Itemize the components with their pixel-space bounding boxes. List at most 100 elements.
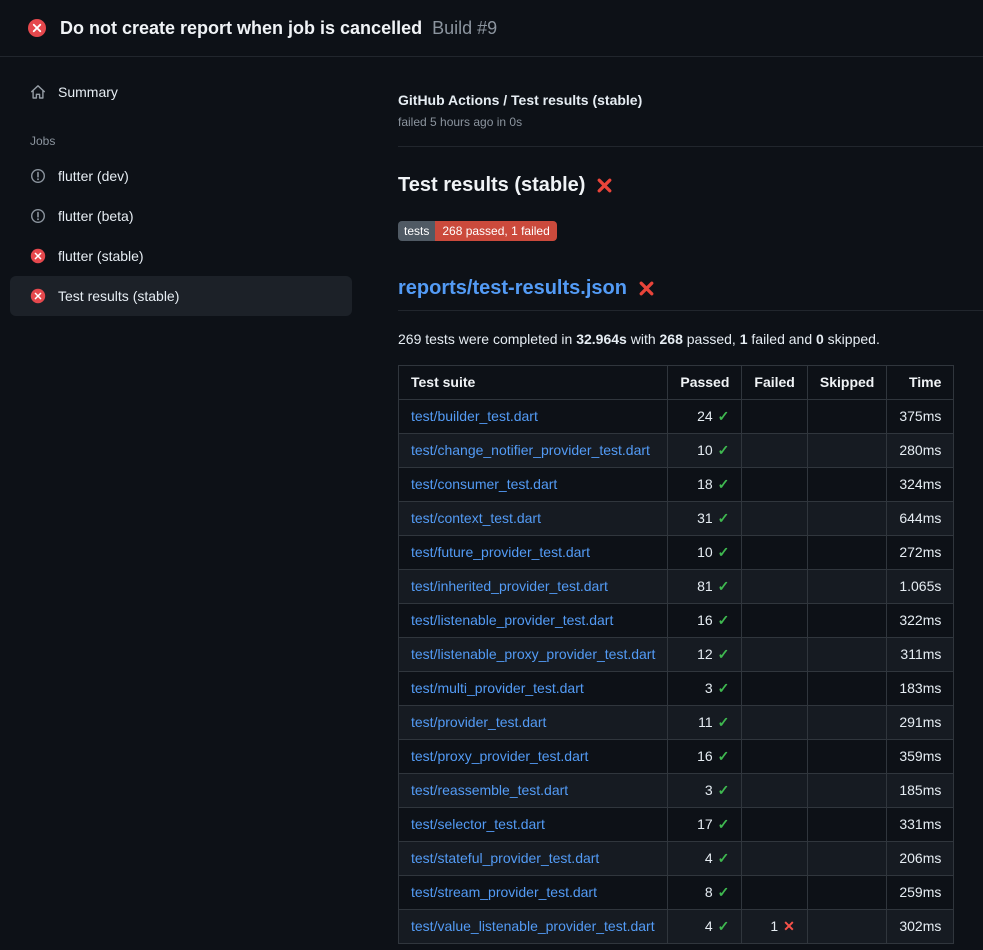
report-heading: reports/test-results.json [398, 277, 983, 311]
test-suite-link[interactable]: test/context_test.dart [411, 510, 541, 526]
check-icon: ✓ [718, 816, 730, 832]
passed-cell: 3✓ [668, 774, 742, 808]
neutral-status-icon [30, 168, 46, 184]
time-cell: 644ms [887, 502, 954, 536]
failed-cell [742, 740, 807, 774]
check-icon: ✓ [718, 510, 730, 526]
test-suite-link[interactable]: test/listenable_proxy_provider_test.dart [411, 646, 655, 662]
time-cell: 1.065s [887, 570, 954, 604]
skipped-cell [807, 740, 886, 774]
suite-cell: test/reassemble_test.dart [399, 774, 668, 808]
test-suite-link[interactable]: test/proxy_provider_test.dart [411, 748, 588, 764]
check-icon: ✓ [718, 612, 730, 628]
time-cell: 259ms [887, 876, 954, 910]
cross-icon: ✕ [783, 918, 795, 934]
test-table-body: test/builder_test.dart24✓375mstest/chang… [399, 400, 954, 944]
test-suite-link[interactable]: test/builder_test.dart [411, 408, 538, 424]
check-icon: ✓ [718, 408, 730, 424]
check-icon: ✓ [718, 884, 730, 900]
test-suite-link[interactable]: test/listenable_provider_test.dart [411, 612, 613, 628]
failed-x-icon [596, 177, 613, 194]
test-suite-link[interactable]: test/multi_provider_test.dart [411, 680, 584, 696]
failed-circle-icon [30, 248, 46, 264]
stat-value: 1 [770, 918, 778, 934]
summary-line: 269 tests were completed in 32.964s with… [398, 331, 951, 347]
summary-passed: 268 [660, 331, 683, 347]
table-row: test/context_test.dart31✓644ms [399, 502, 954, 536]
time-cell: 375ms [887, 400, 954, 434]
jobs-section-heading: Jobs [30, 134, 352, 148]
failed-cell [742, 434, 807, 468]
sidebar-item-flutter-dev[interactable]: flutter (dev) [10, 156, 352, 196]
test-suite-link[interactable]: test/change_notifier_provider_test.dart [411, 442, 650, 458]
table-row: test/listenable_provider_test.dart16✓322… [399, 604, 954, 638]
table-row: test/proxy_provider_test.dart16✓359ms [399, 740, 954, 774]
passed-cell: 8✓ [668, 876, 742, 910]
failed-cell [742, 842, 807, 876]
summary-skipped: 0 [816, 331, 824, 347]
stat-value: 3 [705, 680, 713, 696]
skipped-cell [807, 604, 886, 638]
workflow-run-page: Do not create report when job is cancell… [0, 0, 983, 944]
check-icon: ✓ [718, 578, 730, 594]
test-suite-link[interactable]: test/stream_provider_test.dart [411, 884, 597, 900]
stat-value: 81 [697, 578, 713, 594]
check-icon: ✓ [718, 714, 730, 730]
table-row: test/consumer_test.dart18✓324ms [399, 468, 954, 502]
section-title-text: Test results (stable) [398, 174, 585, 197]
test-suite-link[interactable]: test/provider_test.dart [411, 714, 546, 730]
suite-cell: test/multi_provider_test.dart [399, 672, 668, 706]
table-row: test/selector_test.dart17✓331ms [399, 808, 954, 842]
passed-cell: 4✓ [668, 910, 742, 944]
suite-cell: test/consumer_test.dart [399, 468, 668, 502]
test-suite-link[interactable]: test/consumer_test.dart [411, 476, 557, 492]
skipped-cell [807, 638, 886, 672]
passed-cell: 12✓ [668, 638, 742, 672]
table-row: test/inherited_provider_test.dart 81 ✓ 1.06… [399, 570, 954, 604]
failed-cell [742, 808, 807, 842]
test-suite-link[interactable]: test/inherited_provider_test.dart [411, 578, 608, 594]
failed-circle-icon [27, 18, 47, 38]
failed-cell [742, 502, 807, 536]
table-row: test/future_provider_test.dart10✓272ms [399, 536, 954, 570]
sidebar-item-summary[interactable]: Summary [10, 72, 352, 112]
test-suite-link[interactable]: test/value_listenable_provider_test.dart [411, 918, 655, 934]
summary-suffix: skipped. [824, 331, 880, 347]
failed-cell [742, 536, 807, 570]
suite-cell: test/stateful_provider_test.dart [399, 842, 668, 876]
failed-cell [742, 400, 807, 434]
stat-value: 8 [705, 884, 713, 900]
summary-prefix: 269 tests were completed in [398, 331, 576, 347]
test-suite-link[interactable]: test/reassemble_test.dart [411, 782, 568, 798]
column-header-failed: Failed [742, 366, 807, 400]
sidebar-item-flutter-beta[interactable]: flutter (beta) [10, 196, 352, 236]
table-row: test/reassemble_test.dart3✓185ms [399, 774, 954, 808]
run-header: Do not create report when job is cancell… [0, 0, 983, 57]
table-row: test/listenable_proxy_provider_test.dart… [399, 638, 954, 672]
failed-cell [742, 570, 807, 604]
test-suite-link[interactable]: test/future_provider_test.dart [411, 544, 590, 560]
time-cell: 302ms [887, 910, 954, 944]
sidebar-item-label: flutter (beta) [58, 208, 133, 224]
report-link[interactable]: reports/test-results.json [398, 277, 627, 300]
failed-cell [742, 604, 807, 638]
failed-cell: 1✕ [742, 910, 807, 944]
sidebar-item-test-results-stable[interactable]: Test results (stable) [10, 276, 352, 316]
table-row: test/provider_test.dart11✓291ms [399, 706, 954, 740]
test-suite-link[interactable]: test/stateful_provider_test.dart [411, 850, 599, 866]
time-cell: 359ms [887, 740, 954, 774]
check-icon: ✓ [718, 782, 730, 798]
test-results-table: Test suite Passed Failed Skipped Time te… [398, 365, 954, 944]
check-icon: ✓ [718, 476, 730, 492]
suite-cell: test/provider_test.dart [399, 706, 668, 740]
suite-cell: test/future_provider_test.dart [399, 536, 668, 570]
stat-value: 16 [697, 748, 713, 764]
time-cell: 291ms [887, 706, 954, 740]
sidebar: Summary Jobs flutter (dev) flutter (beta… [0, 57, 390, 316]
table-row: test/multi_provider_test.dart3✓183ms [399, 672, 954, 706]
summary-duration: 32.964s [576, 331, 627, 347]
sidebar-item-flutter-stable[interactable]: flutter (stable) [10, 236, 352, 276]
run-status-line: failed 5 hours ago in 0s [398, 115, 951, 129]
test-suite-link[interactable]: test/selector_test.dart [411, 816, 545, 832]
suite-cell: test/builder_test.dart [399, 400, 668, 434]
